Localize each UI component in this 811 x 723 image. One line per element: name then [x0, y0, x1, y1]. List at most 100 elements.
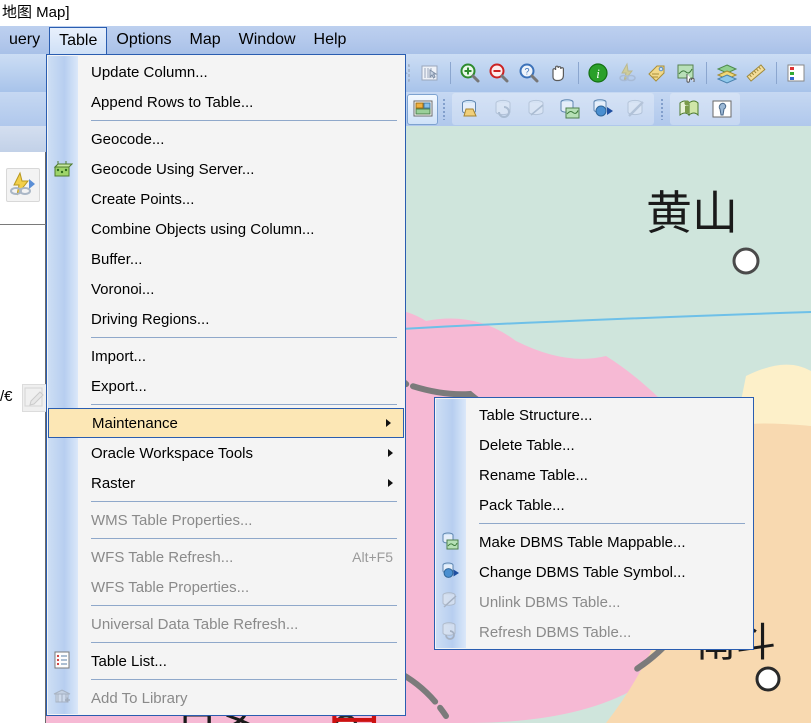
menu-item-label: Table List...	[91, 652, 167, 670]
menu-item-label: Unlink DBMS Table...	[479, 593, 621, 611]
menu-separator	[91, 501, 397, 502]
menu-item-raster[interactable]: Raster	[47, 468, 405, 498]
menu-item-driving-regions[interactable]: Driving Regions...	[47, 304, 405, 334]
zoom-in-icon[interactable]	[456, 58, 483, 89]
menu-item-table-list[interactable]: Table List...	[47, 646, 405, 676]
legend-icon[interactable]	[783, 58, 810, 89]
menu-item-buffer[interactable]: Buffer...	[47, 244, 405, 274]
open-dbms-table-icon[interactable]	[455, 94, 486, 125]
menu-item-append-rows-to-table[interactable]: Append Rows to Table...	[47, 87, 405, 117]
label-tag-icon[interactable]	[643, 58, 670, 89]
submenu-item-table-structure[interactable]: Table Structure...	[435, 400, 753, 430]
menu-separator	[91, 337, 397, 338]
drag-map-window-icon[interactable]	[673, 58, 700, 89]
table-menu: Update Column... Append Rows to Table...…	[46, 54, 406, 716]
menubar-item-map[interactable]: Map	[181, 26, 230, 54]
menu-item-label: Create Points...	[91, 190, 195, 208]
menu-item-maintenance[interactable]: Maintenance	[48, 408, 404, 438]
info-icon[interactable]: i	[585, 58, 612, 89]
menu-item-shortcut: Alt+F5	[352, 549, 393, 565]
window-title: 地图 Map]	[0, 0, 811, 26]
menu-item-export[interactable]: Export...	[47, 371, 405, 401]
menu-item-label: Voronoi...	[91, 280, 155, 298]
submenu-item-pack-table[interactable]: Pack Table...	[435, 490, 753, 520]
menu-item-label: Rename Table...	[479, 466, 588, 484]
menu-item-label: Buffer...	[91, 250, 143, 268]
menu-separator	[91, 538, 397, 539]
tools-icon[interactable]	[706, 94, 737, 125]
chevron-right-icon	[386, 419, 391, 427]
submenu-item-delete-table[interactable]: Delete Table...	[435, 430, 753, 460]
menu-item-wms-table-properties: WMS Table Properties...	[47, 505, 405, 535]
menu-item-label: Maintenance	[92, 414, 178, 432]
pan-hand-icon[interactable]	[545, 58, 572, 89]
menu-item-oracle-workspace-tools[interactable]: Oracle Workspace Tools	[47, 438, 405, 468]
menu-separator	[91, 679, 397, 680]
edit-dbms-icon[interactable]	[620, 94, 651, 125]
menubar-item-help[interactable]: Help	[305, 26, 356, 54]
menu-item-label: WFS Table Properties...	[91, 578, 250, 596]
submenu-item-change-dbms-table-symbol[interactable]: Change DBMS Table Symbol...	[435, 557, 753, 587]
zoom-out-icon[interactable]	[486, 58, 513, 89]
map-label-huangshan: 黄山	[646, 186, 738, 240]
layout-icon[interactable]	[407, 93, 438, 125]
layer-control-icon[interactable]	[713, 58, 740, 89]
dbms-toolbar-group	[452, 93, 654, 125]
menu-item-label: Table Structure...	[479, 406, 593, 424]
menu-separator	[91, 404, 397, 405]
unlink-dbms-icon	[441, 592, 461, 612]
menu-item-geocode[interactable]: Geocode...	[47, 124, 405, 154]
open-workspace-icon[interactable]	[673, 94, 704, 125]
refresh-dbms-icon	[441, 622, 461, 642]
make-mappable-icon[interactable]	[554, 94, 585, 125]
menubar-item-query[interactable]: uery	[0, 26, 49, 54]
menu-item-universal-data-table-refresh: Universal Data Table Refresh...	[47, 609, 405, 639]
menu-item-label: Append Rows to Table...	[91, 93, 254, 111]
svg-text:i: i	[597, 66, 601, 81]
menu-item-import[interactable]: Import...	[47, 341, 405, 371]
menu-item-combine-objects-using-column[interactable]: Combine Objects using Column...	[47, 214, 405, 244]
menu-item-label: WMS Table Properties...	[91, 511, 253, 529]
menubar-item-window[interactable]: Window	[230, 26, 305, 54]
menu-separator	[91, 642, 397, 643]
hotlink-icon[interactable]	[614, 58, 641, 89]
boundary-select-icon[interactable]	[416, 58, 443, 89]
make-mappable-icon	[441, 532, 461, 552]
application-window: 地图 Map] uery Table Options Map Window He…	[0, 0, 811, 723]
ruler-icon[interactable]	[742, 58, 769, 89]
menu-item-label: Oracle Workspace Tools	[91, 444, 254, 462]
hotlink-panel-icon[interactable]	[6, 168, 40, 202]
menu-item-label: Driving Regions...	[91, 310, 210, 328]
unlink-dbms-icon[interactable]	[521, 94, 552, 125]
menu-item-label: Universal Data Table Refresh...	[91, 615, 299, 633]
maintenance-submenu: Table Structure... Delete Table... Renam…	[434, 397, 754, 650]
submenu-item-refresh-dbms-table: Refresh DBMS Table...	[435, 617, 753, 647]
menu-item-label: Delete Table...	[479, 436, 575, 454]
chevron-right-icon	[388, 479, 393, 487]
menu-item-voronoi[interactable]: Voronoi...	[47, 274, 405, 304]
submenu-item-unlink-dbms-table: Unlink DBMS Table...	[435, 587, 753, 617]
menu-item-wfs-table-properties: WFS Table Properties...	[47, 572, 405, 602]
menu-item-label: Import...	[91, 347, 147, 365]
menu-item-label: Update Column...	[91, 63, 208, 81]
change-symbol-icon[interactable]	[587, 94, 618, 125]
left-panel-text: /€	[0, 388, 13, 405]
menubar-item-table[interactable]: Table	[49, 27, 108, 54]
menu-item-label: Raster	[91, 474, 136, 492]
add-to-library-icon	[53, 688, 73, 708]
menu-item-label: Geocode Using Server...	[91, 160, 255, 178]
menu-item-label: Make DBMS Table Mappable...	[479, 533, 686, 551]
menu-item-add-to-library: Add To Library	[47, 683, 405, 713]
submenu-item-rename-table[interactable]: Rename Table...	[435, 460, 753, 490]
submenu-item-make-dbms-table-mappable[interactable]: Make DBMS Table Mappable...	[435, 527, 753, 557]
svg-text:?: ?	[524, 67, 529, 77]
zoom-question-icon[interactable]: ?	[515, 58, 542, 89]
menu-item-label: WFS Table Refresh...	[91, 548, 234, 566]
refresh-dbms-icon[interactable]	[488, 94, 519, 125]
menu-item-label: Add To Library	[91, 689, 188, 707]
menu-item-create-points[interactable]: Create Points...	[47, 184, 405, 214]
menu-item-update-column[interactable]: Update Column...	[47, 57, 405, 87]
menu-item-geocode-using-server[interactable]: Geocode Using Server...	[47, 154, 405, 184]
menu-item-wfs-table-refresh: WFS Table Refresh... Alt+F5	[47, 542, 405, 572]
menubar-item-options[interactable]: Options	[107, 26, 180, 54]
